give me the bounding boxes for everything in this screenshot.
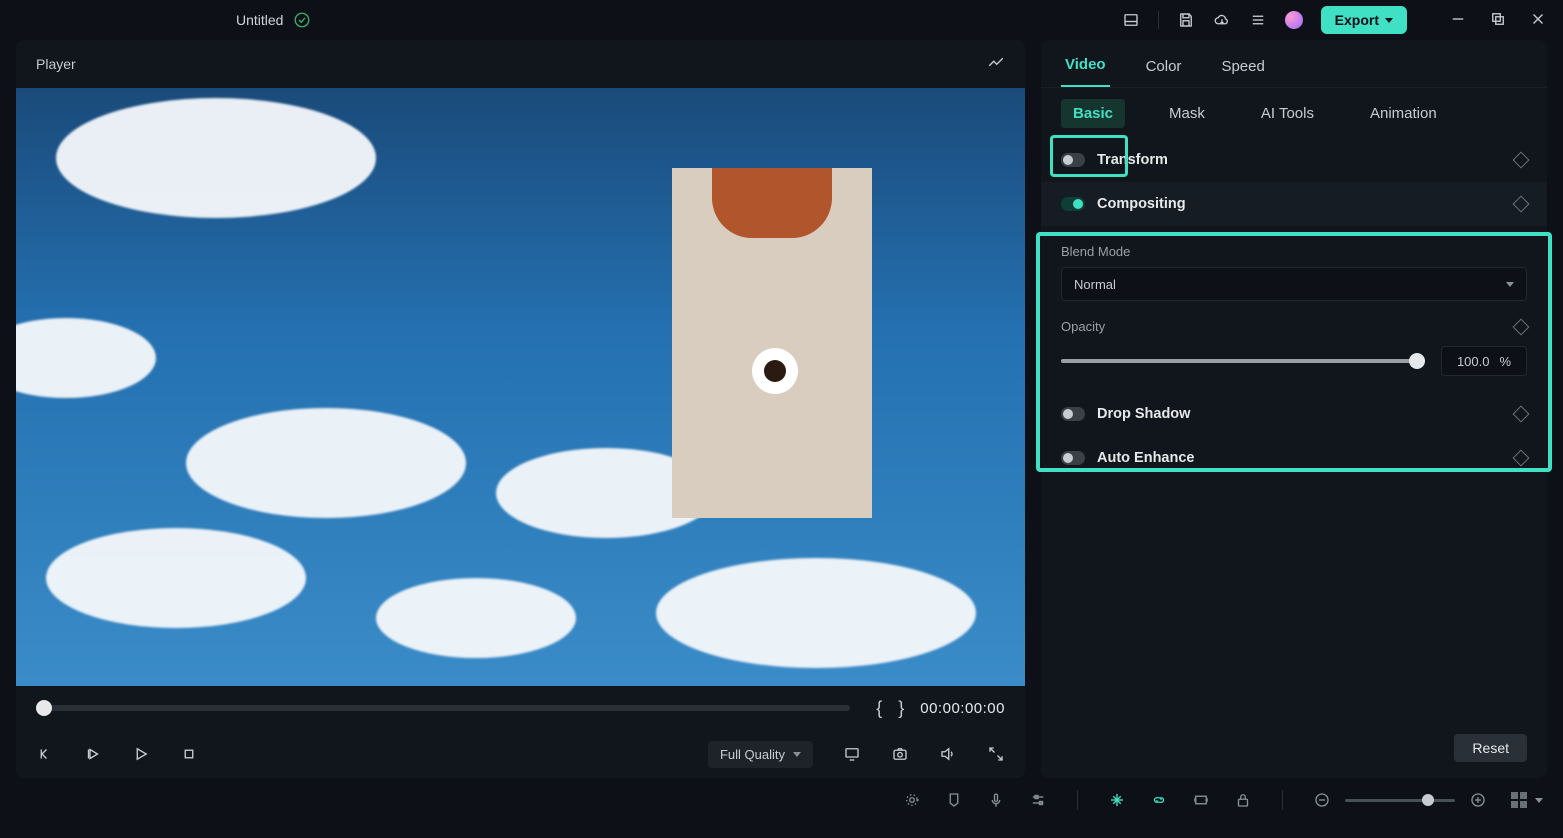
link-icon[interactable] — [1150, 791, 1168, 809]
player-label: Player — [36, 56, 76, 72]
subtab-animation[interactable]: Animation — [1358, 99, 1449, 128]
grid-icon — [1511, 792, 1527, 808]
divider — [1158, 11, 1159, 29]
overlay-clip[interactable] — [672, 168, 872, 518]
subtab-basic[interactable]: Basic — [1061, 99, 1125, 128]
auto-enhance-label: Auto Enhance — [1097, 450, 1194, 466]
tab-speed[interactable]: Speed — [1217, 46, 1268, 87]
keyframe-icon[interactable] — [1513, 196, 1530, 213]
drop-shadow-section-header[interactable]: Drop Shadow — [1041, 392, 1547, 436]
sparkle-icon[interactable] — [1108, 791, 1126, 809]
zoom-handle[interactable] — [1422, 794, 1434, 806]
prev-frame-button[interactable] — [36, 745, 54, 763]
marker-icon[interactable] — [945, 791, 963, 809]
transform-label: Transform — [1097, 152, 1168, 168]
layout-icon[interactable] — [1122, 11, 1140, 29]
opacity-value-box[interactable]: 100.0 % — [1441, 346, 1527, 376]
blend-mode-value: Normal — [1074, 277, 1116, 292]
blend-mode-label: Blend Mode — [1061, 244, 1527, 259]
opacity-slider[interactable] — [1061, 359, 1425, 363]
play-from-start-button[interactable] — [84, 745, 102, 763]
slider-handle[interactable] — [1409, 353, 1425, 369]
mark-out-button[interactable]: } — [898, 698, 904, 719]
compositing-section-header[interactable]: Compositing — [1041, 182, 1547, 226]
compositing-panel: Blend Mode Normal Opacity 100.0 % — [1041, 226, 1547, 392]
zoom-slider[interactable] — [1345, 799, 1455, 802]
tab-color[interactable]: Color — [1142, 46, 1186, 87]
keyframe-icon[interactable] — [1513, 450, 1530, 467]
play-button[interactable] — [132, 745, 150, 763]
mark-in-button[interactable]: { — [876, 698, 882, 719]
window-maximize-icon[interactable] — [1489, 10, 1507, 31]
keyframe-icon[interactable] — [1513, 152, 1530, 169]
export-button[interactable]: Export — [1321, 6, 1407, 34]
zoom-out-button[interactable] — [1313, 791, 1331, 809]
timecode-display: 00:00:00:00 — [920, 700, 1005, 717]
cloud-icon[interactable] — [1213, 11, 1231, 29]
quality-dropdown[interactable]: Full Quality — [708, 741, 813, 768]
chevron-down-icon — [1535, 798, 1543, 803]
divider — [1077, 790, 1078, 810]
quality-label: Full Quality — [720, 747, 785, 762]
project-title: Untitled — [236, 12, 283, 28]
saved-check-icon — [293, 11, 311, 29]
compositing-label: Compositing — [1097, 196, 1186, 212]
volume-icon[interactable] — [939, 745, 957, 763]
chevron-down-icon — [1385, 18, 1393, 23]
opacity-value: 100.0 — [1457, 354, 1490, 369]
stop-button[interactable] — [180, 745, 198, 763]
opacity-unit: % — [1499, 354, 1511, 369]
reset-button[interactable]: Reset — [1454, 734, 1527, 762]
chevron-down-icon — [793, 752, 801, 757]
divider — [1282, 790, 1283, 810]
user-avatar[interactable] — [1285, 11, 1303, 29]
tab-video[interactable]: Video — [1061, 44, 1110, 87]
player-panel: Player { } 00:00:00:00 — [16, 40, 1025, 778]
adjustment-icon[interactable] — [1029, 791, 1047, 809]
menu-icon[interactable] — [1249, 11, 1267, 29]
keyframe-icon[interactable] — [1513, 406, 1530, 423]
graph-icon[interactable] — [987, 53, 1005, 76]
auto-enhance-toggle[interactable] — [1061, 451, 1085, 465]
lock-icon[interactable] — [1234, 791, 1252, 809]
seek-handle[interactable] — [36, 700, 52, 716]
fit-icon[interactable] — [1192, 791, 1210, 809]
video-preview[interactable] — [16, 88, 1025, 686]
chevron-down-icon — [1506, 282, 1514, 287]
window-minimize-icon[interactable] — [1449, 10, 1467, 31]
window-close-icon[interactable] — [1529, 10, 1547, 31]
drop-shadow-toggle[interactable] — [1061, 407, 1085, 421]
zoom-in-button[interactable] — [1469, 791, 1487, 809]
seek-bar[interactable] — [36, 705, 850, 711]
thumbnail-size-dropdown[interactable] — [1511, 792, 1543, 808]
subtab-mask[interactable]: Mask — [1157, 99, 1217, 128]
compositing-toggle[interactable] — [1061, 197, 1085, 211]
transform-section-header[interactable]: Transform — [1041, 138, 1547, 182]
snapshot-icon[interactable] — [891, 745, 909, 763]
voiceover-icon[interactable] — [987, 791, 1005, 809]
export-label: Export — [1335, 12, 1379, 28]
timeline-toolbar — [0, 778, 1563, 822]
inspector-panel: Video Color Speed Basic Mask AI Tools An… — [1041, 40, 1547, 778]
transform-toggle[interactable] — [1061, 153, 1085, 167]
save-icon[interactable] — [1177, 11, 1195, 29]
keyframe-icon[interactable] — [1513, 318, 1530, 335]
opacity-label: Opacity — [1061, 319, 1105, 334]
display-icon[interactable] — [843, 745, 861, 763]
blend-mode-dropdown[interactable]: Normal — [1061, 267, 1527, 301]
subtab-ai-tools[interactable]: AI Tools — [1249, 99, 1326, 128]
auto-enhance-section-header[interactable]: Auto Enhance — [1041, 436, 1547, 480]
fullscreen-icon[interactable] — [987, 745, 1005, 763]
drop-shadow-label: Drop Shadow — [1097, 406, 1190, 422]
auto-ripple-icon[interactable] — [903, 791, 921, 809]
